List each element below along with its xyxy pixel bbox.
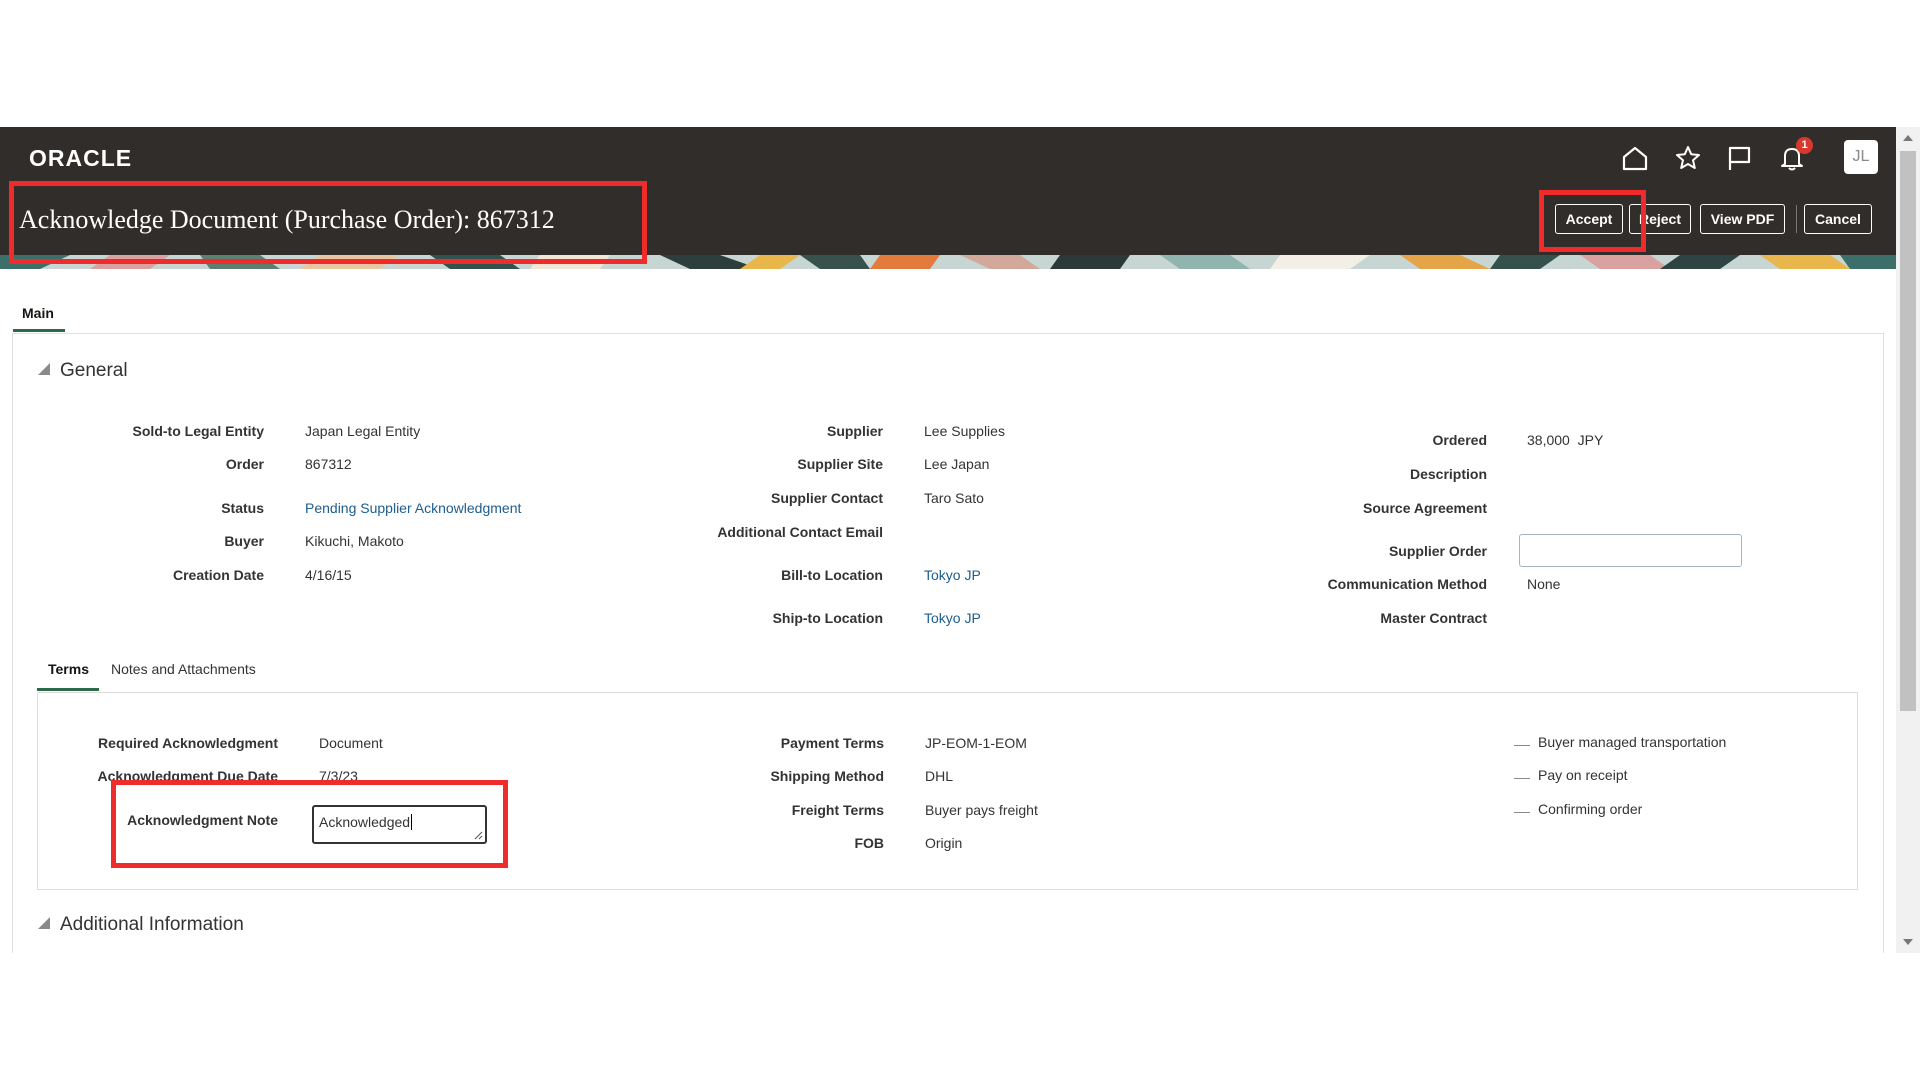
terms-panel [37,692,1858,890]
description-label: Description [1409,466,1487,482]
accept-button[interactable]: Accept [1555,204,1623,234]
payment-terms-label: Payment Terms [780,735,884,751]
order-label: Order [225,456,264,472]
freight-terms-value: Buyer pays freight [925,802,1038,818]
supplier-site-value: Lee Japan [924,456,990,472]
bill-to-label: Bill-to Location [781,567,883,583]
unchecked-dash-icon [1514,778,1530,779]
payment-terms-value: JP-EOM-1-EOM [925,735,1027,751]
required-ack-value: Document [319,735,383,751]
ordered-value: 38,000 JPY [1527,432,1604,448]
user-avatar[interactable]: JL [1844,140,1878,174]
master-contract-label: Master Contract [1380,610,1487,626]
required-ack-label: Required Acknowledgment [98,735,278,751]
creation-date-value: 4/16/15 [305,567,352,583]
additional-contact-email-label: Additional Contact Email [717,524,883,540]
home-icon[interactable] [1620,143,1650,173]
tab-main[interactable]: Main [13,299,63,327]
tab-notes-attachments[interactable]: Notes and Attachments [111,661,256,677]
supplier-order-label: Supplier Order [1388,543,1487,559]
scroll-down-icon[interactable] [1903,939,1913,945]
scrollbar-thumb[interactable] [1900,151,1916,711]
collapse-triangle-icon[interactable] [38,917,50,929]
active-tab-indicator [13,329,65,332]
tab-terms[interactable]: Terms [48,661,89,677]
shipping-method-label: Shipping Method [770,768,884,784]
communication-method-value: None [1527,576,1561,592]
decorative-banner [0,255,1896,269]
freight-terms-label: Freight Terms [791,802,884,818]
flag-icon[interactable] [1724,143,1754,173]
ack-note-textarea[interactable]: Acknowledged [312,805,487,844]
view-pdf-button[interactable]: View PDF [1700,204,1785,234]
ack-note-label: Acknowledgment Note [127,812,278,828]
unchecked-dash-icon [1514,745,1530,746]
ack-due-date-label: Acknowledgment Due Date [97,768,278,784]
sold-to-label: Sold-to Legal Entity [132,423,264,439]
ack-note-text: Acknowledged [319,814,411,830]
confirming-order: Confirming order [1538,801,1643,817]
notifications-bell-icon[interactable]: 1 [1777,137,1813,173]
header-button-separator [1796,205,1797,233]
resize-handle-icon[interactable] [474,831,483,840]
page-header: ORACLE 1 JL Acknowledge Document (Purcha… [0,127,1896,269]
reject-button[interactable]: Reject [1629,204,1691,234]
scroll-up-icon[interactable] [1903,135,1913,141]
bill-to-link[interactable]: Tokyo JP [924,567,981,583]
ordered-label: Ordered [1432,432,1487,448]
supplier-contact-label: Supplier Contact [770,490,883,506]
source-agreement-label: Source Agreement [1363,500,1487,516]
collapse-triangle-icon[interactable] [38,363,50,375]
general-section-title[interactable]: General [60,360,128,382]
app-window: ORACLE 1 JL Acknowledge Document (Purcha… [0,127,1896,953]
page-title: Acknowledge Document (Purchase Order): 8… [19,205,555,234]
cancel-button[interactable]: Cancel [1804,204,1872,234]
active-subtab-indicator [37,688,99,691]
ship-to-link[interactable]: Tokyo JP [924,610,981,626]
order-value: 867312 [305,456,352,472]
notification-count-badge: 1 [1796,137,1813,154]
buyer-label: Buyer [224,533,264,549]
additional-info-section-title[interactable]: Additional Information [60,914,244,936]
supplier-order-input[interactable] [1519,534,1742,567]
fob-value: Origin [925,835,963,851]
favorites-star-icon[interactable] [1673,143,1703,173]
creation-date-label: Creation Date [172,567,264,583]
oracle-logo[interactable]: ORACLE [29,145,132,172]
unchecked-dash-icon [1514,812,1530,813]
shipping-method-value: DHL [925,768,954,784]
buyer-managed-transport: Buyer managed transportation [1538,734,1727,750]
supplier-value: Lee Supplies [924,423,1005,439]
ack-due-date-value: 7/3/23 [319,768,358,784]
ship-to-label: Ship-to Location [772,610,883,626]
sold-to-value: Japan Legal Entity [305,423,421,439]
supplier-label: Supplier [826,423,883,439]
status-link[interactable]: Pending Supplier Acknowledgment [305,500,521,516]
vertical-scrollbar[interactable] [1896,127,1920,953]
fob-label: FOB [854,835,884,851]
supplier-contact-value: Taro Sato [924,490,984,506]
text-cursor [411,814,413,830]
pay-on-receipt: Pay on receipt [1538,767,1628,783]
supplier-site-label: Supplier Site [797,456,883,472]
communication-method-label: Communication Method [1327,576,1487,592]
status-label: Status [221,500,264,516]
buyer-value: Kikuchi, Makoto [305,533,404,549]
